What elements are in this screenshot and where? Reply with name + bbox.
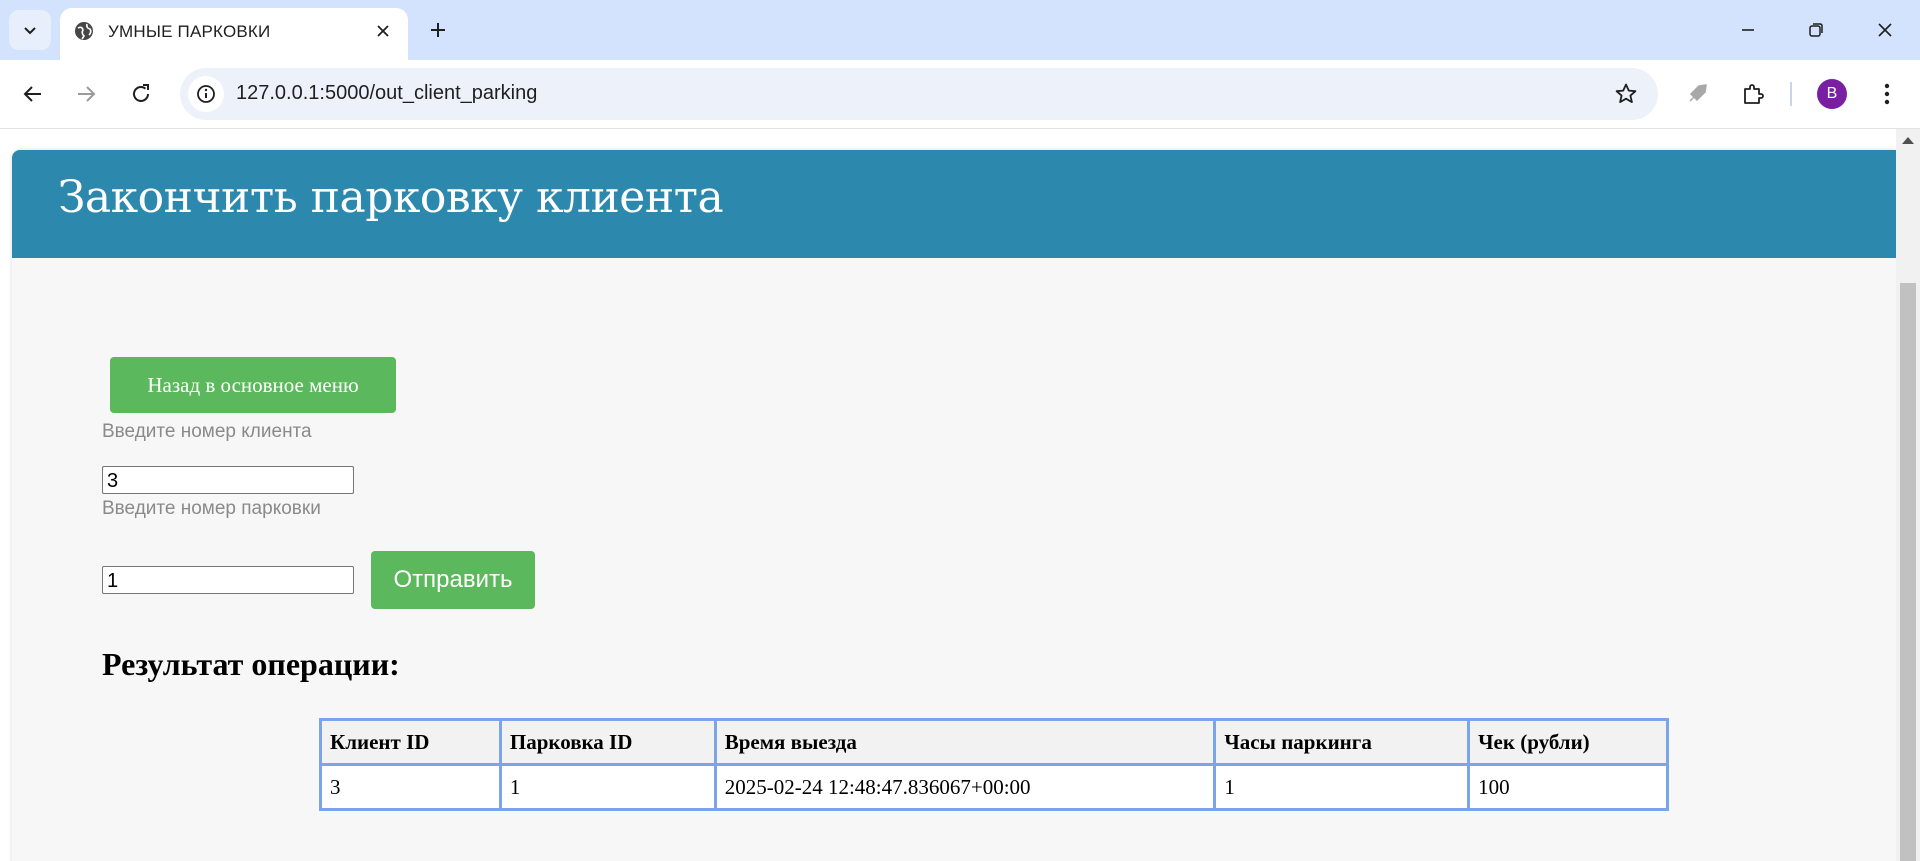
- table-cell: 100: [1467, 763, 1669, 811]
- extensions-icon[interactable]: [1733, 74, 1773, 114]
- client-number-input[interactable]: 3: [102, 466, 354, 494]
- more-vert-icon[interactable]: [1867, 74, 1907, 114]
- globe-icon: [73, 20, 95, 42]
- column-header: Время выезда: [713, 718, 1217, 766]
- scrollbar-thumb[interactable]: [1900, 283, 1916, 861]
- result-heading: Результат операции:: [102, 646, 400, 682]
- forward-arrow-icon[interactable]: [66, 74, 106, 114]
- column-header: Чек (рубли): [1467, 718, 1669, 766]
- result-table: Клиент ID Парковка ID Время выезда Часы …: [319, 718, 1669, 811]
- vertical-scrollbar[interactable]: [1896, 129, 1920, 861]
- star-icon[interactable]: [1612, 80, 1640, 108]
- address-bar[interactable]: 127.0.0.1:5000/out_client_parking: [180, 68, 1658, 120]
- browser-toolbar: 127.0.0.1:5000/out_client_parking: [0, 60, 1920, 129]
- column-header: Парковка ID: [498, 718, 717, 766]
- tab-title: УМНЫЕ ПАРКОВКИ: [108, 22, 271, 41]
- page-viewport: Закончить парковку клиента Назад в основ…: [0, 129, 1896, 861]
- plus-icon[interactable]: [423, 15, 453, 45]
- table-cell: 1: [1213, 763, 1471, 811]
- browser-tab[interactable]: УМНЫЕ ПАРКОВКИ: [60, 8, 408, 60]
- reload-icon[interactable]: [121, 74, 161, 114]
- table-cell: 2025-02-24 12:48:47.836067+00:00: [713, 763, 1217, 811]
- back-to-menu-button[interactable]: Назад в основное меню: [110, 357, 396, 413]
- table-cell: 1: [498, 763, 717, 811]
- tab-strip: УМНЫЕ ПАРКОВКИ: [0, 0, 1920, 60]
- page-header: Закончить парковку клиента: [12, 150, 1896, 258]
- info-icon[interactable]: [188, 76, 224, 112]
- table-row: 3 1 2025-02-24 12:48:47.836067+00:00 1 1…: [319, 763, 1669, 811]
- parking-number-input[interactable]: 1: [102, 566, 354, 594]
- table-cell: 3: [319, 763, 502, 811]
- parking-number-label: Введите номер парковки: [102, 498, 321, 519]
- scroll-up-icon[interactable]: [1902, 137, 1914, 144]
- page-title: Закончить парковку клиента: [58, 172, 724, 223]
- minimize-icon[interactable]: [1723, 10, 1773, 50]
- close-icon[interactable]: [372, 20, 394, 42]
- avatar[interactable]: B: [1817, 79, 1847, 109]
- submit-button[interactable]: Отправить: [371, 551, 535, 609]
- column-header: Клиент ID: [319, 718, 502, 766]
- rocket-icon[interactable]: [1677, 74, 1717, 114]
- restore-icon[interactable]: [1791, 10, 1841, 50]
- window-close-icon[interactable]: [1860, 10, 1910, 50]
- tab-search-icon[interactable]: [9, 10, 51, 50]
- column-header: Часы паркинга: [1213, 718, 1471, 766]
- toolbar-separator: [1790, 82, 1792, 106]
- url-text: 127.0.0.1:5000/out_client_parking: [236, 82, 538, 104]
- content-card: Закончить парковку клиента Назад в основ…: [12, 150, 1896, 861]
- back-arrow-icon[interactable]: [13, 74, 53, 114]
- table-header-row: Клиент ID Парковка ID Время выезда Часы …: [319, 718, 1669, 766]
- client-number-label: Введите номер клиента: [102, 421, 312, 442]
